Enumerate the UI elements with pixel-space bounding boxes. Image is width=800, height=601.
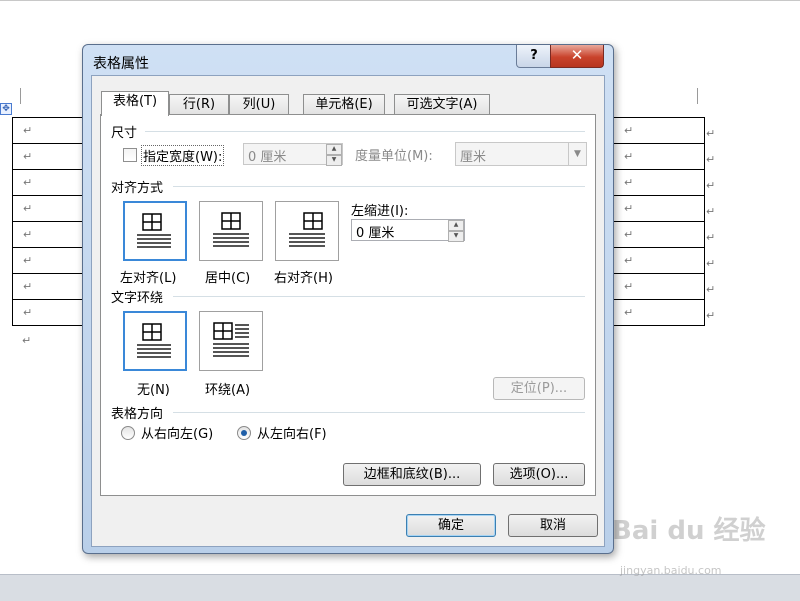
- table-cell[interactable]: ↵: [613, 195, 705, 222]
- tab-table[interactable]: 表格(T): [101, 91, 169, 116]
- table-cell[interactable]: ↵: [613, 221, 705, 248]
- table-cell[interactable]: ↵: [12, 273, 84, 300]
- dialog-body: 表格(T) 行(R) 列(U) 单元格(E) 可选文字(A) 尺寸 指定宽度(W…: [91, 75, 605, 547]
- tab-row[interactable]: 行(R): [169, 94, 229, 115]
- section-heading-alignment: 对齐方式: [111, 181, 164, 196]
- paragraph-mark: ↵: [706, 127, 716, 140]
- section-divider: [173, 296, 585, 297]
- tab-panel-table: 尺寸 指定宽度(W): 0 厘米 ▲▼ 度量单位(M): 厘米 ▼ 对齐方式: [100, 114, 596, 496]
- borders-shading-button[interactable]: 边框和底纹(B)...: [343, 463, 481, 486]
- table-cell[interactable]: ↵: [12, 299, 84, 326]
- direction-ltr-label[interactable]: 从左向右(F): [257, 423, 327, 442]
- section-heading-table-direction: 表格方向: [111, 407, 164, 422]
- document-table-left: ↵ ↵ ↵ ↵ ↵ ↵ ↵ ↵: [12, 117, 84, 326]
- tab-cell[interactable]: 单元格(E): [303, 94, 385, 115]
- table-cell[interactable]: ↵: [613, 273, 705, 300]
- left-indent-label: 左缩进(I):: [351, 204, 409, 219]
- table-cell[interactable]: ↵: [12, 195, 84, 222]
- align-center-option[interactable]: [199, 201, 263, 261]
- paragraph-mark: ↵: [706, 231, 716, 244]
- table-move-handle-icon[interactable]: ✥: [0, 103, 12, 115]
- table-cell[interactable]: ↵: [613, 117, 705, 144]
- section-heading-text-wrapping: 文字环绕: [111, 291, 164, 306]
- align-left-option[interactable]: [123, 201, 187, 261]
- table-properties-dialog: 表格属性 ? ✕ 表格(T) 行(R) 列(U) 单元格(E) 可选文字(A) …: [82, 44, 614, 554]
- watermark-url: jingyan.baidu.com: [620, 564, 722, 577]
- direction-ltr-radio[interactable]: [237, 426, 251, 440]
- align-right-icon: [289, 212, 325, 247]
- margin-mark: [20, 88, 21, 104]
- wrap-around-option[interactable]: [199, 311, 263, 371]
- table-cell[interactable]: ↵: [613, 169, 705, 196]
- table-cell[interactable]: ↵: [613, 299, 705, 326]
- width-value-text: 0 厘米: [248, 150, 287, 165]
- table-cell[interactable]: ↵: [12, 169, 84, 196]
- paragraph-mark: ↵: [22, 334, 32, 347]
- width-value-spinner[interactable]: 0 厘米 ▲ ▼: [243, 143, 343, 166]
- paragraph-mark: ↵: [706, 205, 716, 218]
- align-left-icon: [137, 213, 171, 248]
- cancel-button[interactable]: 取消: [508, 514, 598, 537]
- align-center-icon: [213, 212, 249, 247]
- spinner-arrows-icon[interactable]: ▲ ▼: [326, 144, 342, 166]
- wrap-none-icon: [137, 323, 171, 358]
- paragraph-mark: ↵: [706, 257, 716, 270]
- wrap-none-option[interactable]: [123, 311, 187, 371]
- chevron-down-icon[interactable]: ▼: [568, 143, 586, 165]
- section-heading-size: 尺寸: [111, 126, 138, 141]
- spinner-arrows-icon[interactable]: ▲ ▼: [448, 220, 464, 242]
- align-left-label: 左对齐(L): [120, 271, 177, 286]
- direction-rtl-radio[interactable]: [121, 426, 135, 440]
- left-indent-value: 0 厘米: [356, 226, 395, 241]
- tab-alt-text[interactable]: 可选文字(A): [394, 94, 490, 115]
- wrap-none-label: 无(N): [137, 383, 170, 398]
- measure-unit-label: 度量单位(M):: [355, 149, 433, 164]
- preferred-width-label[interactable]: 指定宽度(W):: [141, 145, 225, 166]
- paragraph-mark: ↵: [706, 179, 716, 192]
- measure-unit-value: 厘米: [460, 150, 487, 165]
- tab-column[interactable]: 列(U): [229, 94, 289, 115]
- table-options-button[interactable]: 选项(O)...: [493, 463, 585, 486]
- left-indent-spinner[interactable]: 0 厘米 ▲ ▼: [351, 219, 465, 242]
- table-cell[interactable]: ↵: [12, 143, 84, 170]
- help-button[interactable]: ?: [516, 45, 552, 68]
- ok-button[interactable]: 确定: [406, 514, 496, 537]
- watermark-logo: Bai du 经验: [612, 516, 766, 546]
- document-status-area: [0, 574, 800, 601]
- table-cell[interactable]: ↵: [12, 221, 84, 248]
- paragraph-mark: ↵: [706, 153, 716, 166]
- paragraph-mark: ↵: [706, 283, 716, 296]
- section-divider: [173, 186, 585, 187]
- section-divider: [145, 131, 585, 132]
- measure-unit-select[interactable]: 厘米 ▼: [455, 142, 587, 166]
- document-top-border: [0, 0, 800, 1]
- table-cell[interactable]: ↵: [613, 143, 705, 170]
- positioning-button[interactable]: 定位(P)...: [493, 377, 585, 400]
- wrap-around-label: 环绕(A): [205, 383, 251, 398]
- wrap-around-icon: [213, 322, 249, 357]
- align-right-label: 右对齐(H): [274, 271, 333, 286]
- align-center-label: 居中(C): [205, 271, 251, 286]
- section-divider: [173, 412, 585, 413]
- margin-mark: [697, 88, 698, 104]
- table-cell[interactable]: ↵: [12, 117, 84, 144]
- table-cell[interactable]: ↵: [613, 247, 705, 274]
- dialog-title: 表格属性: [93, 56, 149, 72]
- direction-rtl-label[interactable]: 从右向左(G): [141, 423, 213, 442]
- document-table-right: ↵ ↵ ↵ ↵ ↵ ↵ ↵ ↵: [613, 117, 705, 326]
- paragraph-mark: ↵: [706, 309, 716, 322]
- align-right-option[interactable]: [275, 201, 339, 261]
- preferred-width-checkbox[interactable]: [123, 148, 137, 162]
- table-cell[interactable]: ↵: [12, 247, 84, 274]
- close-button[interactable]: ✕: [550, 45, 604, 68]
